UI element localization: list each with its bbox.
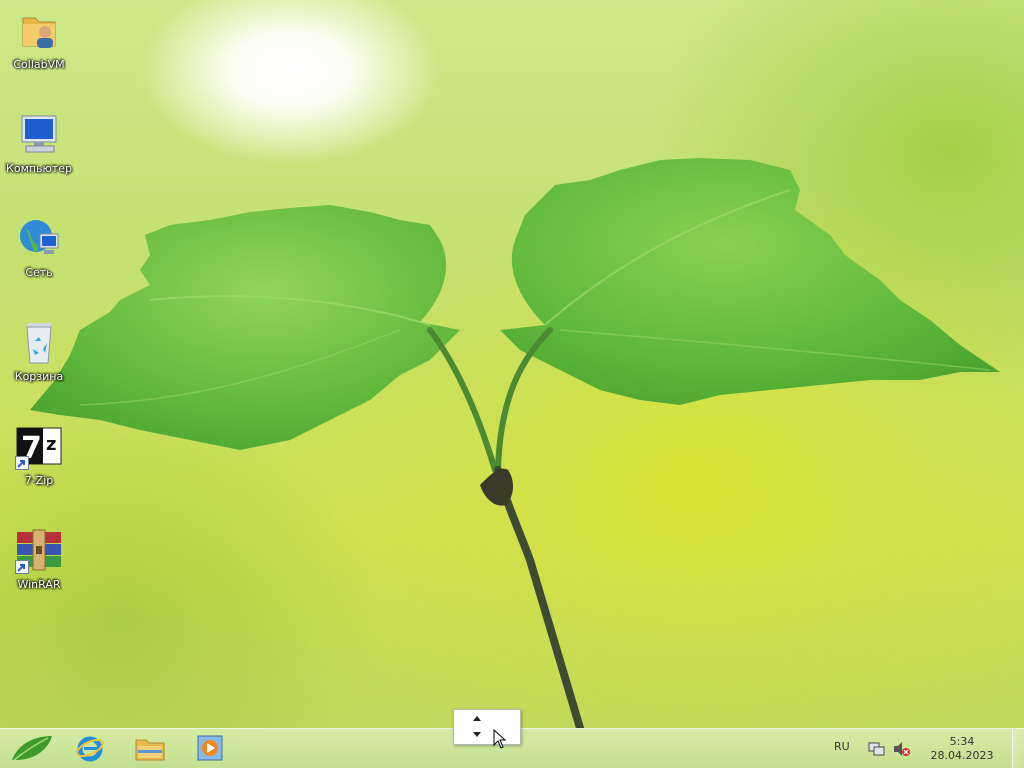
7zip-icon: 7 z bbox=[15, 422, 63, 470]
autoscroll-popup[interactable] bbox=[453, 709, 521, 745]
desktop-icon-network[interactable]: Сеть bbox=[4, 214, 74, 294]
scroll-down-icon bbox=[473, 732, 481, 737]
start-button[interactable] bbox=[2, 731, 60, 767]
wallpaper bbox=[30, 158, 1000, 728]
media-player-icon bbox=[196, 734, 224, 765]
computer-icon bbox=[15, 110, 63, 158]
desktop-icon-collabvm[interactable]: CollabVM bbox=[4, 6, 74, 86]
scroll-up-icon bbox=[473, 716, 481, 721]
start-leaf-icon bbox=[8, 732, 54, 767]
desktop-icon-label: CollabVM bbox=[13, 58, 65, 71]
network-tray-icon[interactable] bbox=[868, 741, 886, 757]
taskbar-media-player[interactable] bbox=[181, 731, 239, 767]
taskbar-file-explorer[interactable] bbox=[121, 731, 179, 767]
desktop-icon-7zip[interactable]: 7 z 7-Zip bbox=[4, 422, 74, 502]
desktop-icon-label: Компьютер bbox=[6, 162, 72, 175]
clock[interactable]: 5:34 28.04.2023 bbox=[924, 735, 1000, 763]
right-leaf bbox=[500, 158, 1000, 405]
recycle-bin-icon bbox=[15, 318, 63, 366]
clock-time: 5:34 bbox=[949, 735, 975, 748]
desktop-icon-label: WinRAR bbox=[17, 578, 61, 591]
desktop-icon-winrar[interactable]: WinRAR bbox=[4, 526, 74, 606]
file-explorer-icon bbox=[134, 734, 166, 765]
internet-explorer-icon bbox=[75, 733, 105, 766]
shortcut-arrow-icon bbox=[15, 456, 29, 470]
network-icon bbox=[15, 214, 63, 262]
desktop-icon-label: Сеть bbox=[25, 266, 53, 279]
user-folder-icon bbox=[15, 6, 63, 54]
volume-muted-icon[interactable] bbox=[892, 741, 910, 757]
shortcut-arrow-icon bbox=[15, 560, 29, 574]
desktop-icon-recycle-bin[interactable]: Корзина bbox=[4, 318, 74, 398]
desktop-icon-label: Корзина bbox=[14, 370, 64, 383]
mouse-pointer-icon bbox=[493, 729, 507, 749]
taskbar-internet-explorer[interactable] bbox=[61, 731, 119, 767]
winrar-icon bbox=[15, 526, 63, 574]
left-leaf bbox=[30, 205, 460, 450]
show-desktop-button[interactable] bbox=[1012, 729, 1024, 768]
desktop-icon-label: 7-Zip bbox=[24, 474, 54, 487]
clock-date: 28.04.2023 bbox=[930, 749, 994, 762]
desktop-icon-computer[interactable]: Компьютер bbox=[4, 110, 74, 190]
language-indicator[interactable]: RU bbox=[834, 740, 850, 753]
svg-text:z: z bbox=[46, 434, 56, 455]
